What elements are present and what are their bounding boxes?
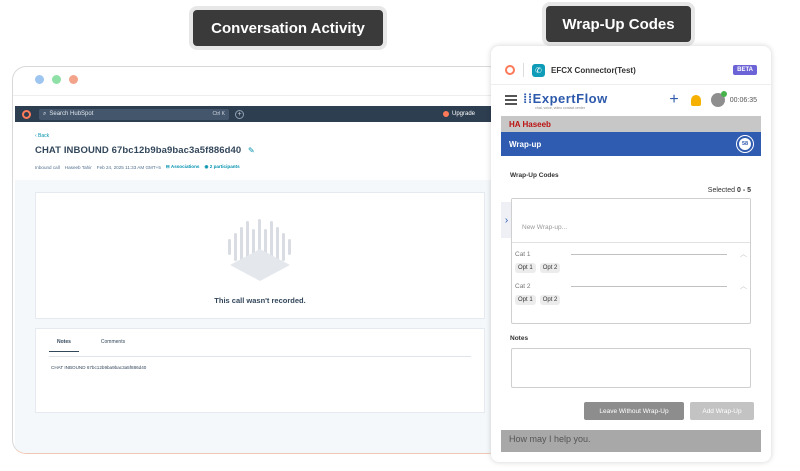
search-icon: ⌕ <box>43 110 47 117</box>
record-header: ‹ Back CHAT INBOUND 67bc12b9ba9bac3a5f88… <box>15 122 501 180</box>
chevron-up-icon[interactable]: ︿ <box>740 281 747 291</box>
tab-comments[interactable]: Comments <box>101 339 125 352</box>
wrapup-modal-header: Wrap-up 58 <box>501 132 761 156</box>
record-title: CHAT INBOUND 67bc12b9ba9bac3a5f886d40 ✎ <box>35 145 255 156</box>
wrapup-modal: Wrap-up 58 Wrap-Up Codes Selected 0 - 5 … <box>501 132 761 430</box>
logo-grid-icon: ⁞⁞ <box>523 90 533 106</box>
session-timer: 00:06:35 <box>729 96 757 104</box>
option-chip[interactable]: Opt 2 <box>539 263 561 273</box>
tabs-divider <box>49 356 471 357</box>
option-chip[interactable]: Opt 2 <box>539 295 561 305</box>
add-wrapup-button[interactable]: Add Wrap-Up <box>690 402 754 420</box>
beta-badge: BETA <box>733 65 757 75</box>
call-type: Inbound call <box>35 164 60 170</box>
category-name: Cat 1 <box>515 250 531 258</box>
panel-header: ✆ EFCX Connector(Test) BETA <box>491 58 771 82</box>
call-datetime: Feb 24, 2025 11:33 AM GMT+5 <box>96 164 161 170</box>
notes-textarea[interactable] <box>511 348 751 388</box>
notes-card: Notes Comments CHAT INBOUND 67bc12b9ba9b… <box>35 328 485 413</box>
header-divider <box>523 63 524 77</box>
cat1-options: Opt 1 Opt 2 <box>515 263 561 273</box>
window-controls <box>35 75 78 84</box>
panel-divider <box>491 84 771 85</box>
plus-icon[interactable]: + <box>235 109 244 119</box>
associations-link[interactable]: ⊟ Associations <box>166 164 200 170</box>
menu-icon[interactable] <box>505 95 517 105</box>
cat2-options: Opt 1 Opt 2 <box>515 295 561 305</box>
category-name: Cat 2 <box>515 282 531 290</box>
logo-name: ⁞⁞ExpertFlow <box>523 90 608 106</box>
selected-count: Selected 0 - 5 <box>707 187 751 194</box>
category-divider <box>570 285 727 287</box>
new-wrapup-input[interactable] <box>512 199 750 243</box>
status-indicator <box>720 91 727 97</box>
wrapup-countdown: 58 <box>737 136 753 152</box>
window-dot-green[interactable] <box>52 75 61 84</box>
tab-notes[interactable]: Notes <box>49 339 79 352</box>
window-dot-blue[interactable] <box>35 75 44 84</box>
not-recorded-message: This call wasn't recorded. <box>214 296 306 305</box>
conversation-activity-callout: Conversation Activity <box>193 10 383 46</box>
wrapup-title: Wrap-up <box>509 139 542 149</box>
record-meta: Inbound call Haseeb Tahir Feb 24, 2025 1… <box>35 164 240 170</box>
upgrade-button[interactable]: Upgrade <box>442 111 475 117</box>
upgrade-icon <box>442 111 449 117</box>
category-cat2[interactable]: Cat 2 ︿ <box>515 281 747 291</box>
hubspot-logo-icon <box>505 65 515 75</box>
notes-tabs: Notes Comments <box>49 339 125 352</box>
browser-divider <box>13 95 501 96</box>
background-message: How may I help you. <box>509 434 591 444</box>
efcx-panel: ✆ EFCX Connector(Test) BETA ⁞⁞ExpertFlow… <box>491 46 771 462</box>
option-chip[interactable]: Opt 1 <box>515 295 536 305</box>
app-name: EFCX Connector(Test) <box>551 65 636 75</box>
option-chip[interactable]: Opt 1 <box>515 263 536 273</box>
category-divider <box>570 253 727 255</box>
window-dot-orange[interactable] <box>69 75 78 84</box>
note-body: CHAT INBOUND 67bc12b9ba9bac3a5f886d40 <box>51 365 147 370</box>
browser-window: ⌕ Search HubSpot Ctrl K + Upgrade ‹ Back… <box>12 66 502 454</box>
page: Conversation Activity Wrap-Up Codes ⌕ Se… <box>0 0 800 471</box>
bell-icon[interactable] <box>690 94 701 106</box>
call-record: ‹ Back CHAT INBOUND 67bc12b9ba9bac3a5f88… <box>15 122 501 453</box>
wrapup-codes-box: Cat 1 ︿ Opt 1 Opt 2 Cat 2 ︿ Opt 1 Opt 2 <box>511 198 751 324</box>
avatar[interactable] <box>710 91 727 107</box>
chevron-up-icon[interactable]: ︿ <box>740 249 747 259</box>
add-icon[interactable]: + <box>669 92 678 108</box>
phone-icon: ✆ <box>532 63 545 77</box>
expertflow-logo: ⁞⁞ExpertFlow chat, voice, video contact … <box>523 91 608 110</box>
search-shortcut: Ctrl K <box>212 111 226 117</box>
background-customer-name: HA Haseeb <box>509 120 551 129</box>
leave-without-wrapup-button[interactable]: Leave Without Wrap-Up <box>584 402 684 420</box>
wrapup-codes-label: Wrap-Up Codes <box>510 172 559 179</box>
participants-link[interactable]: ◉ 2 participants <box>204 164 239 170</box>
upgrade-label: Upgrade <box>451 111 475 117</box>
wrapup-codes-callout: Wrap-Up Codes <box>546 6 691 42</box>
recording-card: This call wasn't recorded. <box>35 192 485 319</box>
category-cat1[interactable]: Cat 1 ︿ <box>515 249 747 259</box>
notes-label: Notes <box>510 335 529 342</box>
hubspot-logo-icon[interactable] <box>22 109 31 119</box>
soundwave-icon <box>228 219 291 281</box>
search-placeholder: Search HubSpot <box>49 111 94 117</box>
logo-tagline: chat, voice, video contact center <box>535 105 585 110</box>
hubspot-topbar: ⌕ Search HubSpot Ctrl K + Upgrade <box>15 106 501 122</box>
edit-pencil-icon[interactable]: ✎ <box>248 146 255 155</box>
record-title-text: CHAT INBOUND 67bc12b9ba9bac3a5f886d40 <box>35 145 242 156</box>
back-link[interactable]: ‹ Back <box>35 133 49 139</box>
call-owner: Haseeb Tahir <box>64 164 92 170</box>
panel-toolbar: ⁞⁞ExpertFlow chat, voice, video contact … <box>491 86 771 114</box>
hubspot-search-input[interactable]: ⌕ Search HubSpot Ctrl K <box>39 108 229 120</box>
